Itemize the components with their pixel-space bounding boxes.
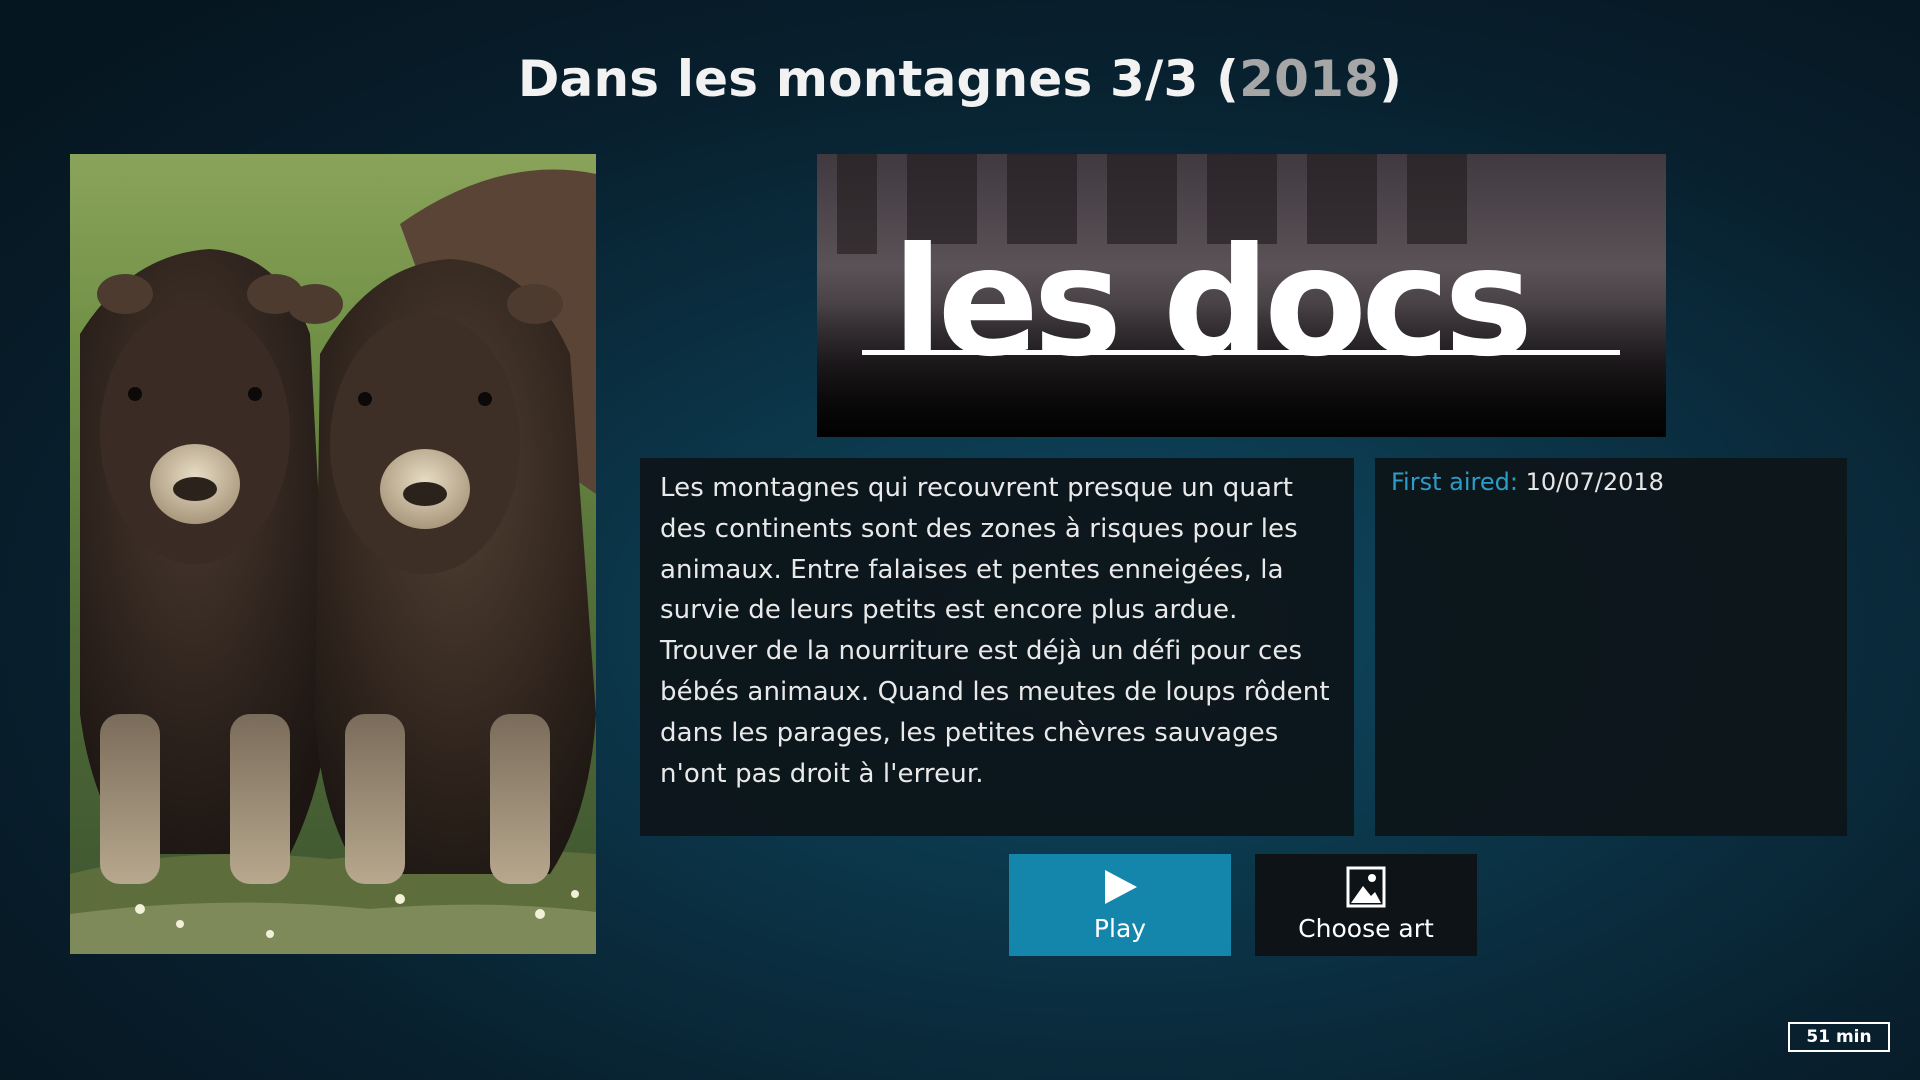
- plot-panel: Les montagnes qui recouvrent presque un …: [640, 458, 1354, 836]
- musk-ox-poster-art: [70, 154, 596, 954]
- choose-art-button[interactable]: Choose art: [1255, 854, 1477, 956]
- choose-art-label: Choose art: [1298, 914, 1434, 943]
- logo-text: les docs: [892, 216, 1527, 390]
- page-title: Dans les montagnes 3/3 (2018): [517, 50, 1403, 108]
- first-aired-value: 10/07/2018: [1525, 468, 1664, 496]
- show-logo: les docs: [817, 154, 1666, 437]
- logo-art: les docs: [817, 154, 1666, 437]
- first-aired-row: First aired: 10/07/2018: [1391, 468, 1664, 496]
- duration-badge: 51 min: [1788, 1022, 1890, 1052]
- info-panel: First aired: 10/07/2018: [1375, 458, 1847, 836]
- first-aired-label: First aired:: [1391, 468, 1518, 496]
- image-icon: [1255, 866, 1477, 908]
- play-icon: [1009, 866, 1231, 908]
- title-text: Dans les montagnes 3/3: [517, 50, 1199, 108]
- play-button[interactable]: Play: [1009, 854, 1231, 956]
- plot-text: Les montagnes qui recouvrent presque un …: [660, 473, 1330, 789]
- play-label: Play: [1093, 914, 1147, 943]
- poster-image: [70, 154, 596, 954]
- title-year: 2018: [1239, 50, 1380, 108]
